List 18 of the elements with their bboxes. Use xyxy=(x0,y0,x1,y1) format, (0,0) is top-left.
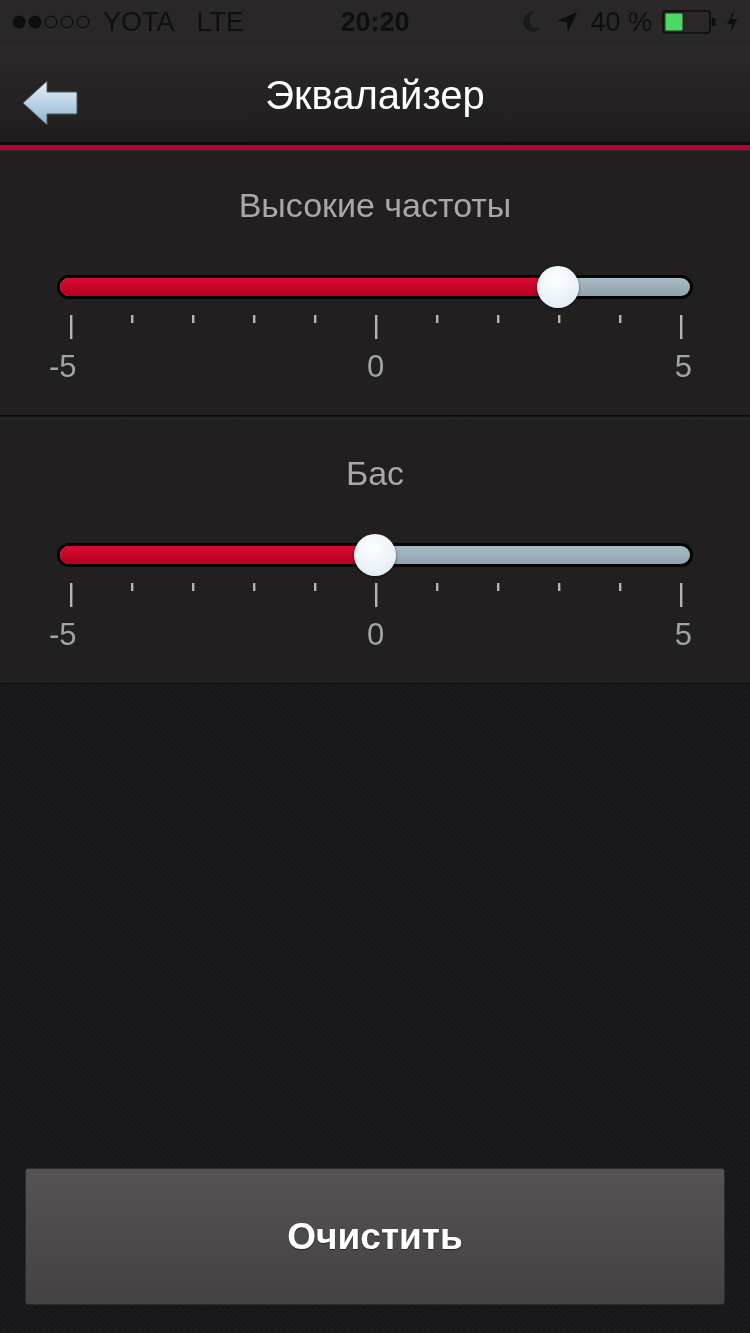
scale-label: 5 xyxy=(674,617,692,653)
location-arrow-icon xyxy=(556,11,579,33)
scale-label: -5 xyxy=(49,617,77,653)
charging-bolt-icon xyxy=(726,10,738,34)
clear-button[interactable]: Очистить xyxy=(25,1168,725,1305)
battery-icon xyxy=(662,10,716,34)
band-label: Высокие частоты xyxy=(238,185,512,225)
slider-thumb[interactable] xyxy=(537,266,579,308)
band-label: Бас xyxy=(345,453,405,493)
screen-title: Эквалайзер xyxy=(265,71,485,119)
scale-label: 0 xyxy=(367,349,385,385)
slider-thumb[interactable] xyxy=(354,534,396,576)
scale-label: 5 xyxy=(674,349,692,385)
scale-label: 0 xyxy=(367,617,385,653)
slider-track[interactable] xyxy=(57,275,693,299)
scale-label: -5 xyxy=(49,349,77,385)
back-arrow-icon[interactable] xyxy=(22,80,78,126)
slider-track[interactable] xyxy=(57,543,693,567)
